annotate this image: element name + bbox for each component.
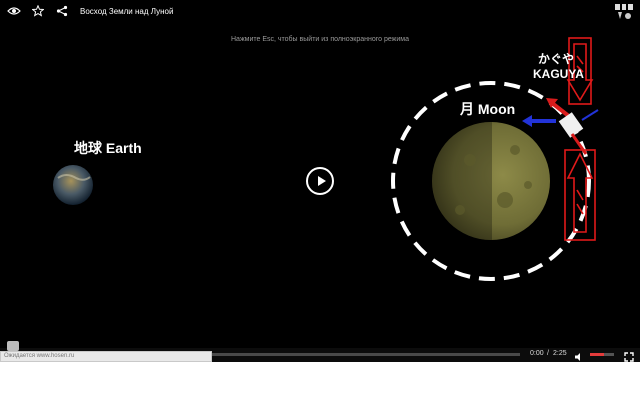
volume-level [590, 353, 605, 356]
time-separator: / [547, 350, 549, 357]
kaguya-en-label: KAGUYA [533, 67, 584, 81]
duration: 2:25 [553, 350, 567, 357]
earth-image [53, 165, 93, 205]
fullscreen-icon[interactable] [624, 349, 634, 362]
seek-bar[interactable] [212, 353, 520, 356]
status-corner-icon [7, 341, 19, 351]
current-time: 0:00 [530, 350, 544, 357]
kaguya-jp-label: かぐや [538, 52, 575, 66]
earth-label: 地球 Earth [74, 140, 142, 156]
play-button[interactable] [306, 167, 334, 195]
moon-label: 月 Moon [460, 101, 516, 117]
play-icon [318, 176, 326, 186]
volume-slider[interactable] [590, 353, 614, 356]
moon-shadow [432, 122, 492, 240]
video-player[interactable]: Восход Земли над Луной Нажмите Esc, чтоб… [0, 0, 640, 362]
volume-icon[interactable] [574, 349, 584, 361]
kaguya-spacecraft [558, 109, 599, 155]
status-bar: Ожидается www.hosen.ru [0, 351, 212, 362]
